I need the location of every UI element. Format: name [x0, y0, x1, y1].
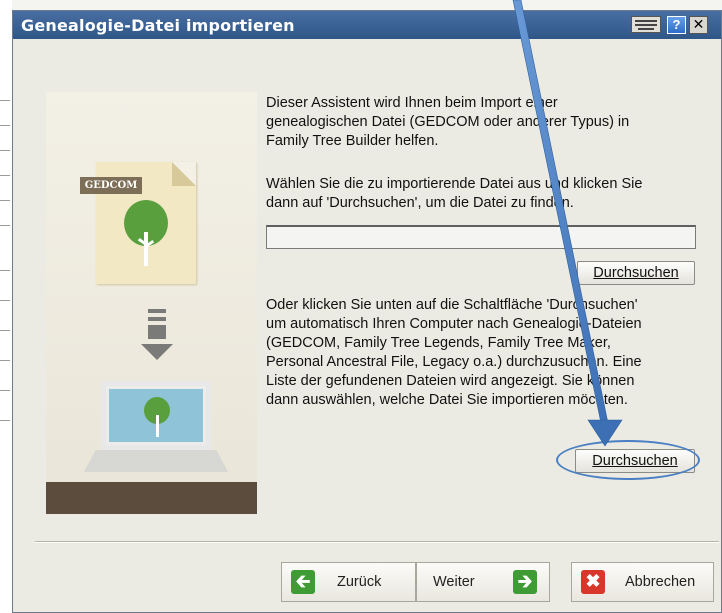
- illustration-floor: [46, 482, 257, 514]
- browse-file-button[interactable]: Durchsuchen: [577, 261, 695, 285]
- back-button[interactable]: 🡰 Zurück: [281, 562, 416, 602]
- search-line: Liste der gefundenen Dateien wird angeze…: [266, 373, 635, 389]
- next-button[interactable]: Weiter 🡲: [416, 562, 550, 602]
- next-label: Weiter: [433, 574, 475, 590]
- background-app-top: [12, 0, 722, 10]
- annotation-highlight-ellipse: [556, 440, 700, 480]
- select-line: Wählen Sie die zu importierende Datei au…: [266, 176, 643, 192]
- intro-line: genealogischen Datei (GEDCOM oder andere…: [266, 114, 630, 130]
- search-line: Oder klicken Sie unten auf die Schaltflä…: [266, 297, 638, 313]
- laptop-icon: [101, 381, 211, 450]
- search-line: (GEDCOM, Family Tree Legends, Family Tre…: [266, 335, 611, 351]
- file-path-input[interactable]: [266, 225, 696, 249]
- back-label: Zurück: [337, 574, 382, 590]
- select-line: dann auf 'Durchsuchen', um die Datei zu …: [266, 195, 574, 211]
- help-button[interactable]: ?: [667, 16, 686, 34]
- search-line: um automatisch Ihren Computer nach Genea…: [266, 316, 642, 332]
- import-dialog: Genealogie-Datei importieren ? ✕ GEDCOM: [12, 10, 722, 613]
- arrow-left-icon: 🡰: [291, 570, 315, 594]
- close-button[interactable]: ✕: [689, 16, 708, 34]
- gedcom-tag: GEDCOM: [80, 177, 142, 194]
- cancel-label: Abbrechen: [625, 574, 696, 590]
- select-instructions: Wählen Sie die zu importierende Datei au…: [266, 175, 642, 213]
- intro-line: Family Tree Builder helfen.: [266, 133, 439, 149]
- import-illustration: GEDCOM: [46, 92, 257, 514]
- laptop-base: [84, 450, 228, 472]
- browse-file-label: Durchsuchen: [593, 265, 679, 281]
- cancel-button[interactable]: ✖ Abbrechen: [571, 562, 714, 602]
- x-icon: ✖: [581, 570, 605, 594]
- arrow-right-icon: 🡲: [513, 570, 537, 594]
- intro-line: Dieser Assistent wird Ihnen beim Import …: [266, 95, 558, 111]
- keyboard-icon[interactable]: [631, 16, 661, 33]
- title-bar[interactable]: Genealogie-Datei importieren ? ✕: [13, 11, 721, 39]
- search-line: dann auswählen, welche Datei Sie importi…: [266, 392, 628, 408]
- intro-text: Dieser Assistent wird Ihnen beim Import …: [266, 94, 629, 151]
- footer-separator-highlight: [35, 542, 719, 543]
- auto-search-instructions: Oder klicken Sie unten auf die Schaltflä…: [266, 296, 642, 410]
- window-title: Genealogie-Datei importieren: [21, 16, 295, 35]
- search-line: Personal Ancestral File, Legacy o.a.) du…: [266, 354, 642, 370]
